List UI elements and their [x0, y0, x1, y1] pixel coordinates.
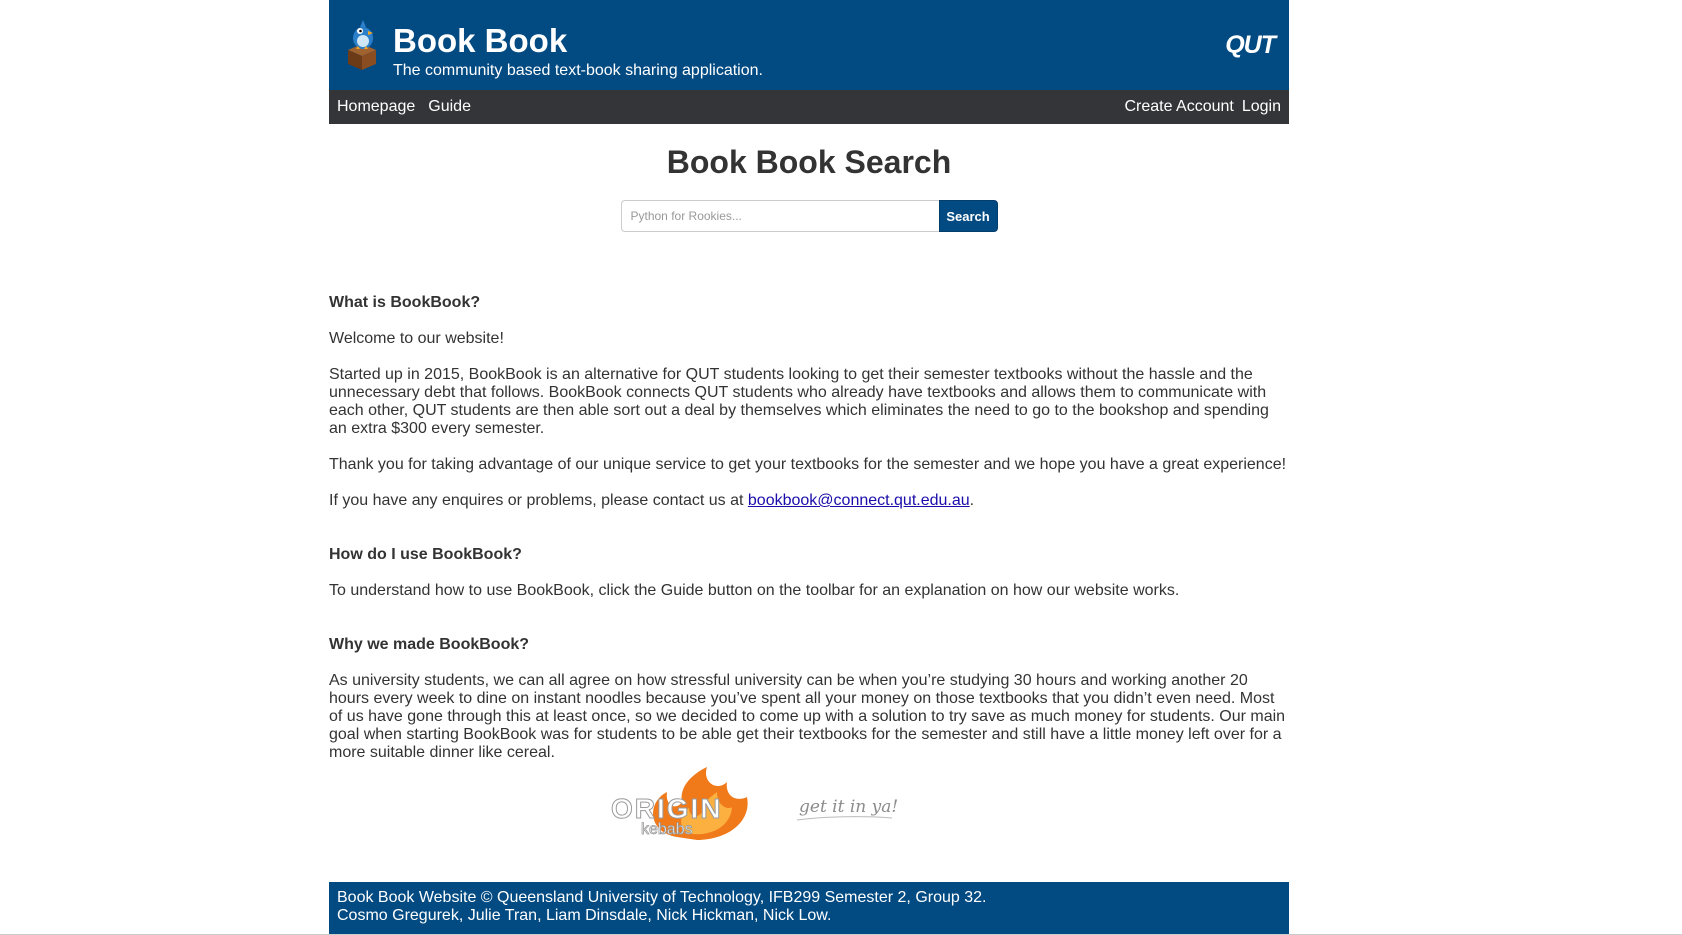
nav-bar: Homepage Guide Create Account Login [329, 90, 1289, 124]
site-title: Book Book [393, 22, 568, 59]
contact-suffix: . [969, 492, 975, 509]
sponsor-slogan: get it in ya! [799, 797, 898, 817]
search-form: Search [329, 200, 1289, 232]
search-input[interactable] [620, 200, 939, 232]
sponsor-sub: kebabs [641, 821, 693, 838]
sponsor-banner: ORIGIN kebabs get it in ya! [329, 762, 1289, 852]
site-footer: Book Book Website © Queensland Universit… [329, 882, 1289, 935]
paragraph: Welcome to our website! [329, 330, 504, 347]
footer-copyright: Book Book Website © Queensland Universit… [337, 889, 987, 906]
paragraph: To understand how to use BookBook, click… [329, 582, 1180, 599]
section-why: Why we made BookBook? As university stud… [329, 636, 1289, 762]
nav-right: Create Account Login [1116, 90, 1281, 124]
main-content: What is BookBook? Welcome to our website… [329, 294, 1289, 762]
site-tagline: The community based text-book sharing ap… [393, 62, 763, 79]
page-container: Book Book The community based text-book … [329, 0, 1289, 935]
bird-on-book-icon[interactable] [345, 18, 379, 70]
contact-text: If you have any enquires or problems, pl… [329, 492, 748, 509]
paragraph: Thank you for taking advantage of our un… [329, 456, 1287, 473]
nav-guide-link[interactable]: Guide [428, 98, 471, 116]
site-header: Book Book The community based text-book … [329, 0, 1289, 90]
nav-homepage-link[interactable]: Homepage [337, 98, 415, 116]
origin-kebabs-logo[interactable]: ORIGIN kebabs get it in ya! [607, 762, 977, 852]
nav-left: Homepage Guide [337, 90, 484, 124]
paragraph: Started up in 2015, BookBook is an alter… [329, 366, 1269, 437]
paragraph-contact: If you have any enquires or problems, pl… [329, 492, 1289, 510]
footer-authors: Cosmo Gregurek, Julie Tran, Liam Dinsdal… [337, 907, 832, 924]
section-heading: Why we made BookBook? [329, 636, 530, 653]
sponsor-brand: ORIGIN [611, 793, 723, 824]
search-button[interactable]: Search [938, 200, 998, 232]
section-what: What is BookBook? Welcome to our website… [329, 294, 1289, 510]
paragraph: As university students, we can all agree… [329, 672, 1286, 761]
nav-create-account-link[interactable]: Create Account [1124, 98, 1233, 116]
section-how: How do I use BookBook? To understand how… [329, 546, 1289, 600]
email-link[interactable]: bookbook@connect.qut.edu.au [748, 492, 970, 509]
section-heading: How do I use BookBook? [329, 546, 522, 563]
qut-logo[interactable]: QUT [1225, 33, 1276, 58]
section-heading: What is BookBook? [329, 294, 481, 311]
nav-login-link[interactable]: Login [1242, 98, 1281, 116]
search-title: Book Book Search [666, 144, 952, 180]
